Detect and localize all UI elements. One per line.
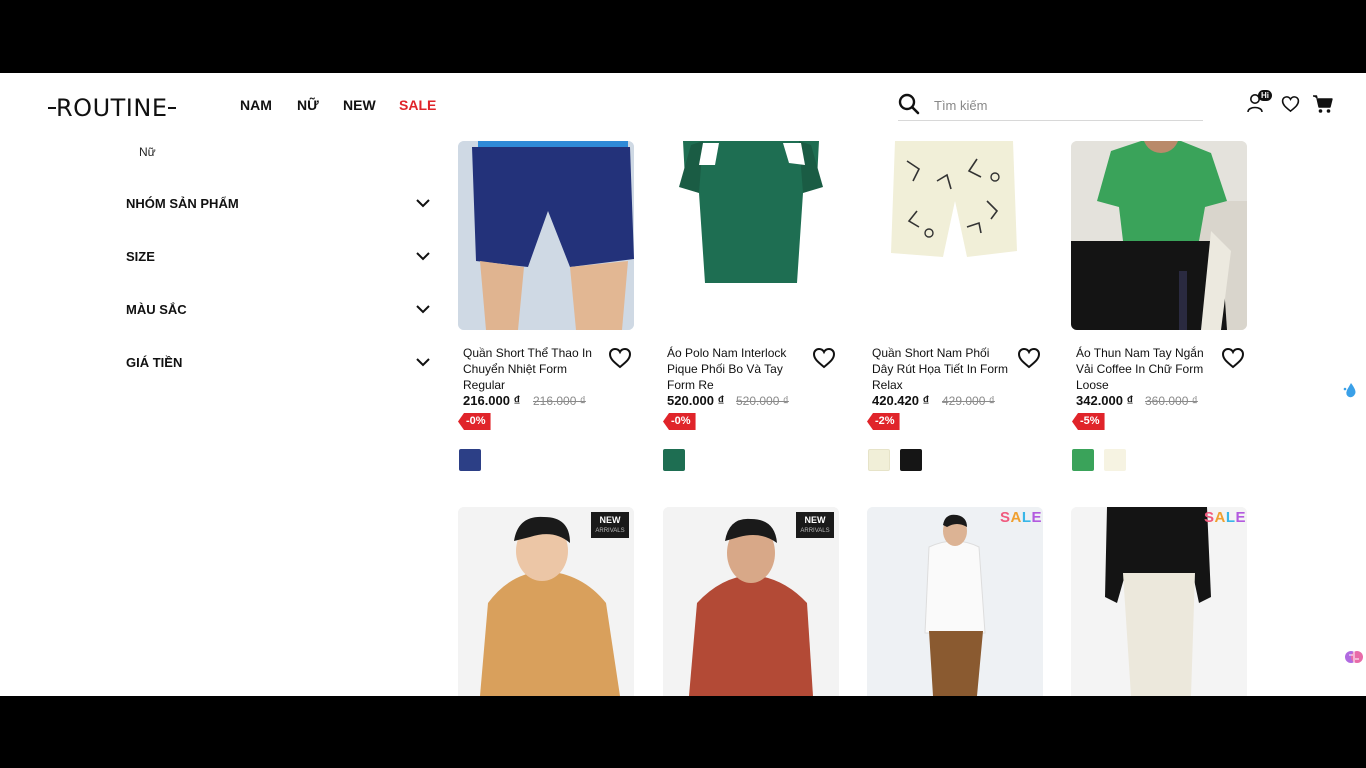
discount-badge: -0% (458, 413, 491, 430)
product-listing-page: ROUTINE NAM NỮ NEW SALE Hi Nữ NHÓM SẢN P… (0, 73, 1366, 696)
color-swatch[interactable] (1072, 449, 1094, 471)
heart-icon[interactable] (608, 347, 632, 374)
nav-item-new[interactable]: NEW (343, 97, 376, 113)
heart-icon[interactable] (1017, 347, 1041, 374)
nav-item-sale[interactable]: SALE (399, 97, 436, 113)
product-image[interactable] (458, 141, 634, 330)
product-name[interactable]: Áo Thun Nam Tay Ngắn Vải Coffee In Chữ F… (1076, 345, 1216, 393)
filter-label: SIZE (126, 248, 155, 264)
product-name[interactable]: Áo Polo Nam Interlock Pique Phối Bo Và T… (667, 345, 807, 393)
filter-label: NHÓM SẢN PHẨM (126, 195, 239, 211)
filter-color[interactable]: MÀU SẮC (126, 297, 431, 321)
discount-badge: -0% (663, 413, 696, 430)
product-old-price: 520.000 ₫ (736, 394, 789, 408)
discount-badge: -2% (867, 413, 900, 430)
filter-size[interactable]: SIZE (126, 244, 431, 268)
filter-product-group[interactable]: NHÓM SẢN PHẨM (126, 191, 431, 215)
color-swatch[interactable] (868, 449, 890, 471)
water-drop-icon[interactable] (1342, 381, 1358, 404)
chevron-down-icon (416, 252, 430, 261)
heart-icon[interactable] (1221, 347, 1245, 374)
top-letterbox (0, 0, 1366, 73)
product-image[interactable] (1071, 141, 1247, 330)
product-old-price: 360.000 ₫ (1145, 394, 1198, 408)
search-icon[interactable] (898, 93, 920, 120)
product-old-price: 429.000 ₫ (942, 394, 995, 408)
chevron-down-icon (416, 305, 430, 314)
sale-badge: SALE (1000, 509, 1043, 526)
product-price: 342.000 ₫ (1076, 393, 1134, 408)
color-swatch[interactable] (1104, 449, 1126, 471)
chevron-down-icon (416, 358, 430, 367)
color-swatch[interactable] (663, 449, 685, 471)
filter-label: GIÁ TIỀN (126, 354, 183, 370)
product-image[interactable] (867, 141, 1043, 330)
product-price: 216.000 ₫ (463, 393, 521, 408)
chevron-down-icon (416, 199, 430, 208)
product-old-price: 216.000 ₫ (533, 394, 586, 408)
color-swatch[interactable] (459, 449, 481, 471)
product-image[interactable] (663, 141, 839, 330)
sale-badge: SALE (1204, 509, 1247, 526)
cart-icon[interactable] (1313, 95, 1333, 119)
color-swatch[interactable] (900, 449, 922, 471)
discount-badge: -5% (1072, 413, 1105, 430)
brain-icon[interactable] (1345, 648, 1363, 671)
site-header: ROUTINE NAM NỮ NEW SALE Hi (0, 73, 1366, 141)
product-price: 420.420 ₫ (872, 393, 930, 408)
product-image[interactable] (1071, 507, 1247, 696)
bottom-letterbox (0, 696, 1366, 768)
nav-item-nu[interactable]: NỮ (297, 97, 319, 113)
product-name[interactable]: Quần Short Thể Thao In Chuyển Nhiệt Form… (463, 345, 603, 393)
heart-icon[interactable] (812, 347, 836, 374)
breadcrumb-category[interactable]: Nữ (139, 145, 156, 159)
product-price: 520.000 ₫ (667, 393, 725, 408)
filter-price[interactable]: GIÁ TIỀN (126, 350, 431, 374)
logo-text: ROUTINE (56, 94, 168, 122)
wishlist-heart-icon[interactable] (1281, 95, 1300, 118)
logo[interactable]: ROUTINE (48, 91, 176, 125)
user-greeting-badge: Hi (1258, 90, 1272, 101)
product-name[interactable]: Quần Short Nam Phối Dây Rút Họa Tiết In … (872, 345, 1012, 393)
search-bar (898, 91, 1203, 121)
filter-label: MÀU SẮC (126, 301, 187, 317)
new-arrivals-badge: NEW ARRIVALS (591, 512, 629, 538)
search-input[interactable] (934, 94, 1194, 116)
product-image[interactable] (867, 507, 1043, 696)
nav-item-nam[interactable]: NAM (240, 97, 272, 113)
new-arrivals-badge: NEW ARRIVALS (796, 512, 834, 538)
